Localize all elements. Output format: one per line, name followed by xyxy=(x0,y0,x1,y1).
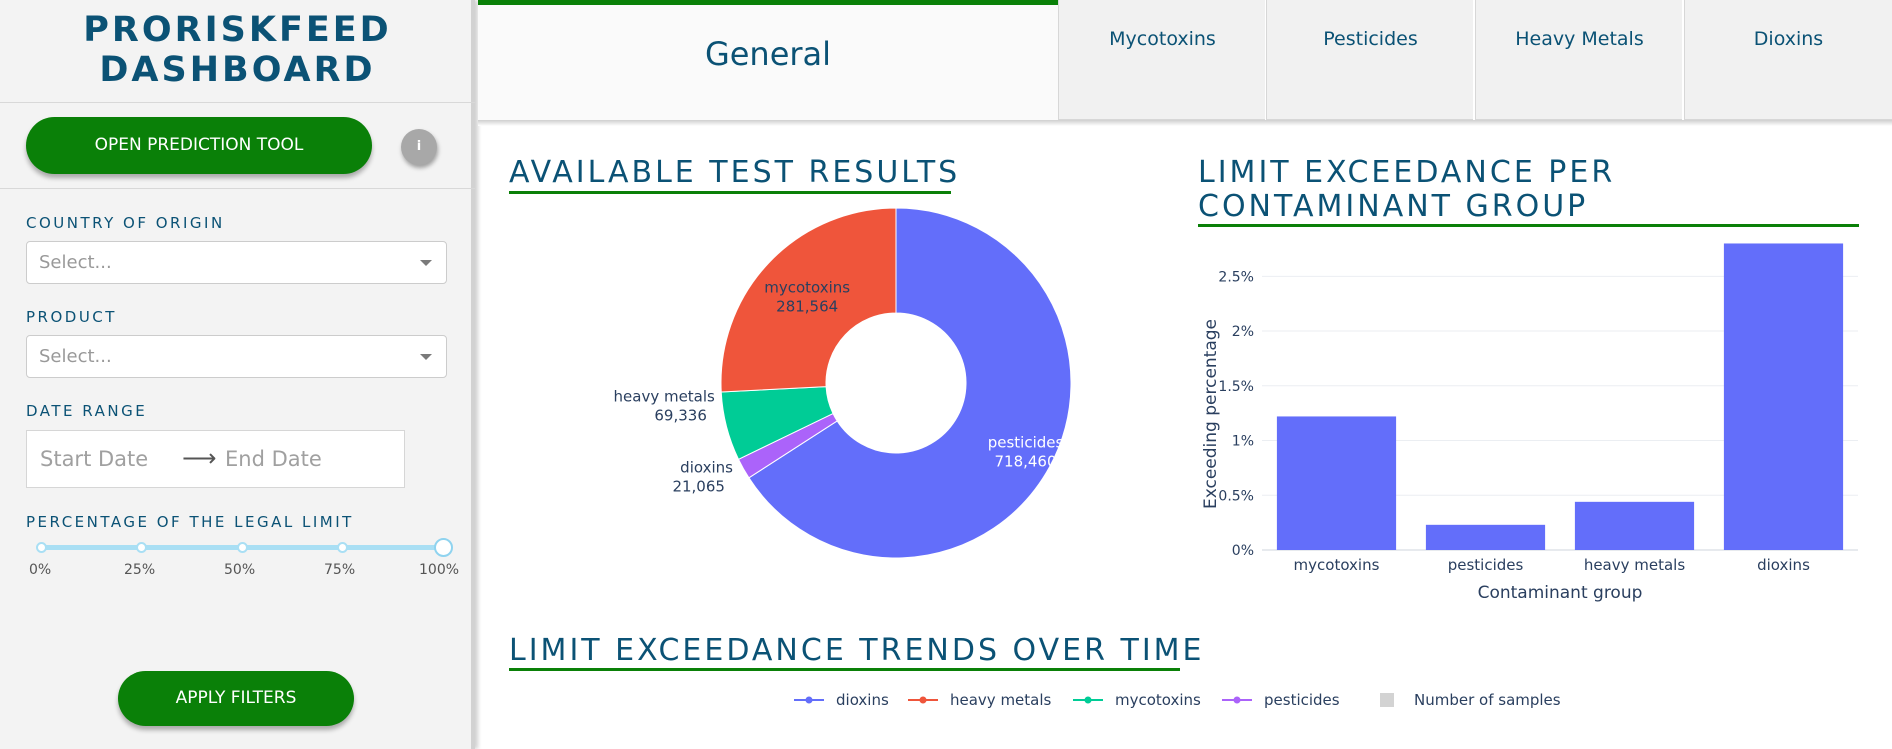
country-select[interactable]: Select... xyxy=(26,241,447,284)
sidebar: PRORISKFEED DASHBOARD OPEN PREDICTION TO… xyxy=(0,0,475,749)
start-date-input[interactable]: Start Date xyxy=(40,447,148,471)
heading-underline xyxy=(509,668,1180,671)
trends-heading: LIMIT EXCEEDANCE TRENDS OVER TIME xyxy=(509,633,1205,668)
pie-label-name: mycotoxins xyxy=(764,279,850,297)
pie-label-value: 21,065 xyxy=(672,478,725,496)
x-tick-label: dioxins xyxy=(1757,556,1810,574)
product-select[interactable]: Select... xyxy=(26,335,447,378)
divider xyxy=(0,188,475,189)
slider-mark-label: 75% xyxy=(324,562,356,578)
pie-label-value: 718,460 xyxy=(994,453,1056,471)
slider-mark-label: 25% xyxy=(124,562,156,578)
country-placeholder: Select... xyxy=(39,252,112,273)
chevron-down-icon xyxy=(420,260,432,266)
exceedance-heading-line-1: LIMIT EXCEEDANCE PER xyxy=(1198,155,1616,190)
exceedance-bar-chart: 0% 0.5% 1% 1.5% 2% 2.5% mycotoxins pesticides he… xyxy=(1201,243,1858,603)
legend-item-label[interactable]: mycotoxins xyxy=(1115,691,1201,709)
tab-pesticides[interactable]: Pesticides xyxy=(1266,0,1473,120)
tab-mycotoxins-label: Mycotoxins xyxy=(1109,28,1216,50)
brand-line-2: DASHBOARD xyxy=(99,50,376,90)
brand-title: PRORISKFEED DASHBOARD xyxy=(0,10,475,90)
exceedance-heading-line-2: CONTAMINANT GROUP xyxy=(1198,189,1589,224)
legend-marker xyxy=(1084,696,1092,704)
y-tick-label: 2% xyxy=(1232,324,1254,340)
tab-general-label: General xyxy=(704,35,832,73)
tab-mycotoxins[interactable]: Mycotoxins xyxy=(1058,0,1265,120)
legal-limit-slider-handle[interactable] xyxy=(434,538,453,557)
bar-mycotoxins xyxy=(1276,416,1397,550)
available-results-heading: AVAILABLE TEST RESULTS xyxy=(509,155,961,190)
legend-item-label[interactable]: dioxins xyxy=(836,691,889,709)
heading-underline xyxy=(509,191,951,194)
legend-item-label[interactable]: heavy metals xyxy=(950,691,1052,709)
slider-mark-label: 0% xyxy=(29,562,52,578)
chevron-down-icon xyxy=(420,354,432,360)
x-tick-label: pesticides xyxy=(1448,556,1524,574)
slider-mark-label: 100% xyxy=(419,562,460,578)
legend-item-label[interactable]: Number of samples xyxy=(1414,691,1561,709)
open-prediction-tool-button[interactable]: OPEN PREDICTION TOOL xyxy=(26,117,372,174)
date-range-picker: Start Date ⟶ End Date xyxy=(26,430,405,488)
x-tick-label: mycotoxins xyxy=(1294,556,1380,574)
y-tick-label: 0.5% xyxy=(1218,488,1254,504)
tab-dioxins[interactable]: Dioxins xyxy=(1684,0,1892,120)
tab-heavy-metals-label: Heavy Metals xyxy=(1515,28,1644,50)
pie-label-name: pesticides xyxy=(988,434,1064,452)
date-range-label: DATE RANGE xyxy=(26,402,148,420)
x-tick-label: heavy metals xyxy=(1584,556,1686,574)
bar-dioxins xyxy=(1723,243,1844,550)
tab-bar-shadow xyxy=(478,120,1892,126)
slider-mark-dot xyxy=(337,542,348,553)
apply-filters-button[interactable]: APPLY FILTERS xyxy=(118,671,354,726)
legend-marker xyxy=(805,696,813,704)
product-label: PRODUCT xyxy=(26,308,117,326)
pie-label-value: 69,336 xyxy=(654,407,707,425)
bar-pesticides xyxy=(1425,524,1546,550)
heading-underline xyxy=(1198,224,1859,227)
tab-general[interactable]: General xyxy=(478,0,1058,120)
info-button[interactable]: i xyxy=(401,129,437,165)
y-tick-label: 2.5% xyxy=(1218,269,1254,285)
legend-marker xyxy=(1233,696,1241,704)
x-axis-title: Contaminant group xyxy=(1478,583,1643,603)
slider-mark-dot xyxy=(136,542,147,553)
pie-label-name: heavy metals xyxy=(614,388,716,406)
legend-square-swatch xyxy=(1380,693,1394,707)
y-tick-label: 1% xyxy=(1232,434,1254,450)
y-axis-title: Exceeding percentage xyxy=(1201,319,1221,509)
bar-heavy-metals xyxy=(1574,501,1695,550)
divider xyxy=(0,102,475,103)
pie-label-value: 281,564 xyxy=(776,298,838,316)
tab-heavy-metals[interactable]: Heavy Metals xyxy=(1475,0,1682,120)
tab-dioxins-label: Dioxins xyxy=(1753,28,1824,50)
trends-legend: dioxins heavy metals mycotoxins pesticides N… xyxy=(794,691,1561,709)
pie-label-name: dioxins xyxy=(680,459,733,477)
end-date-input[interactable]: End Date xyxy=(225,447,322,471)
exceedance-heading: LIMIT EXCEEDANCE PER CONTAMINANT GROUP xyxy=(1198,156,1615,224)
tab-pesticides-label: Pesticides xyxy=(1323,28,1418,50)
y-tick-label: 1.5% xyxy=(1218,379,1254,395)
dashboard: PRORISKFEED DASHBOARD OPEN PREDICTION TO… xyxy=(0,0,1892,749)
available-results-donut-chart: pesticides718,460 dioxins21,065 heavy meta… xyxy=(614,207,1072,559)
arrow-right-icon: ⟶ xyxy=(182,444,217,472)
product-placeholder: Select... xyxy=(39,346,112,367)
brand-line-1: PRORISKFEED xyxy=(83,10,392,50)
slider-mark-dot xyxy=(36,542,47,553)
slider-mark-dot xyxy=(237,542,248,553)
legal-limit-label: PERCENTAGE OF THE LEGAL LIMIT xyxy=(26,513,354,531)
y-tick-label: 0% xyxy=(1232,543,1254,559)
country-label: COUNTRY OF ORIGIN xyxy=(26,214,225,232)
slider-mark-label: 50% xyxy=(224,562,256,578)
legend-marker xyxy=(919,696,927,704)
legend-item-label[interactable]: pesticides xyxy=(1264,691,1340,709)
